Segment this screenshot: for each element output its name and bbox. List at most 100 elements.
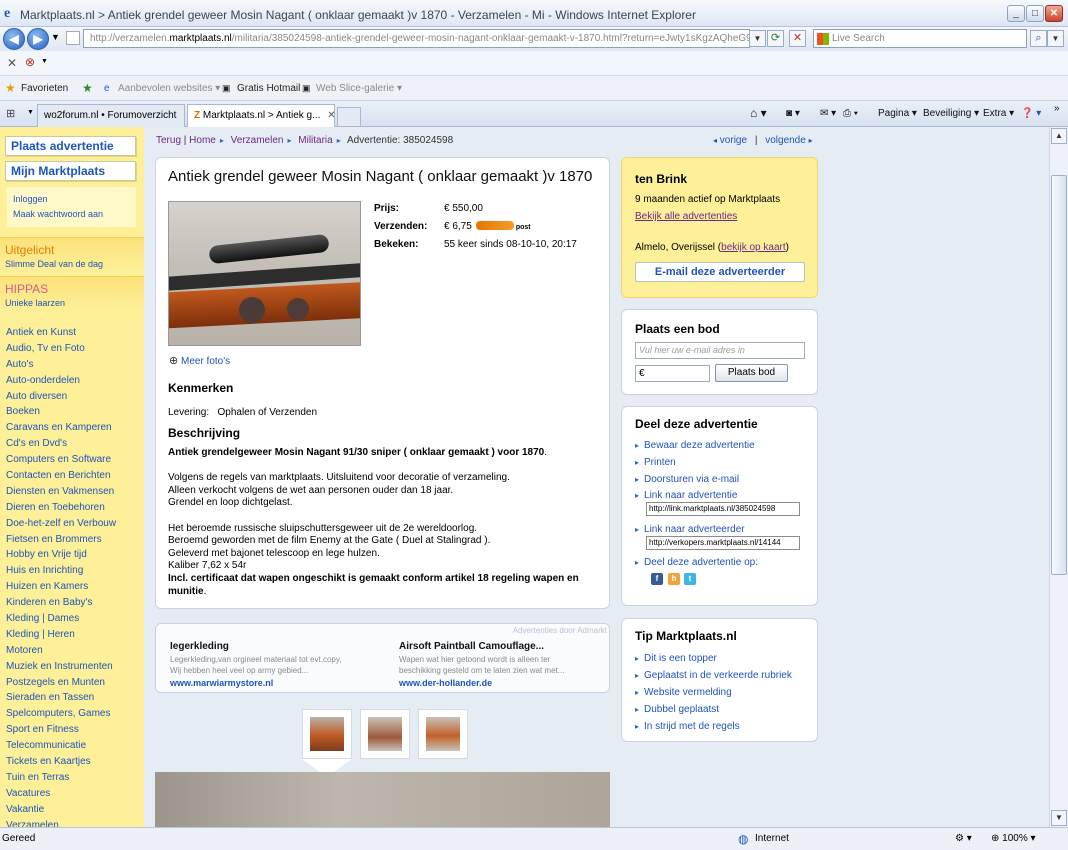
place-bid-button[interactable]: Plaats bod: [715, 364, 788, 382]
category-link[interactable]: Telecommunicatie: [6, 738, 144, 754]
category-link[interactable]: Vacatures: [6, 786, 144, 802]
home-link[interactable]: Home: [189, 135, 216, 146]
promo-uitgelicht[interactable]: Uitgelicht Slimme Deal van de dag: [0, 237, 144, 274]
refresh-icon[interactable]: ⟳: [767, 30, 784, 47]
category-link[interactable]: Contacten en Berichten: [6, 468, 144, 484]
advertiser-link-field[interactable]: http://verkopers.marktplaats.nl/14144: [646, 536, 800, 550]
maximize-button[interactable]: □: [1026, 5, 1044, 22]
forward-button[interactable]: ▶: [27, 28, 49, 50]
category-link[interactable]: Diensten en Vakmensen: [6, 484, 144, 500]
tools-menu[interactable]: Extra ▾: [983, 108, 1014, 119]
print-link[interactable]: Printen: [635, 457, 676, 468]
toolbar-close-icon[interactable]: ✕: [7, 56, 17, 70]
back-link[interactable]: Terug: [156, 135, 181, 146]
feeds-icon[interactable]: ◙ ▾: [786, 108, 800, 119]
map-link[interactable]: bekijk op kaart: [721, 242, 785, 253]
category-link[interactable]: Huis en Inrichting: [6, 563, 144, 579]
login-link[interactable]: Inloggen: [13, 192, 130, 207]
promo-subtitle[interactable]: Slimme Deal van de dag: [5, 259, 139, 269]
back-button[interactable]: ◀: [3, 28, 25, 50]
photo-thumbnail[interactable]: [418, 709, 468, 759]
category-link[interactable]: Caravans en Kamperen: [6, 420, 144, 436]
category-link[interactable]: Cd's en Dvd's: [6, 436, 144, 452]
category-link[interactable]: Doe-het-zelf en Verbouw: [6, 516, 144, 532]
history-dropdown-icon[interactable]: ▼: [51, 32, 60, 42]
tip-violation-link[interactable]: In strijd met de regels: [635, 721, 740, 732]
place-ad-button[interactable]: Plaats advertentie: [5, 136, 136, 156]
category-link[interactable]: Audio, Tv en Foto: [6, 341, 144, 357]
category-link[interactable]: Boeken: [6, 404, 144, 420]
print-icon[interactable]: ⎙ ▾: [843, 108, 858, 119]
address-dropdown-button[interactable]: ▼: [749, 30, 766, 47]
tip-website-link[interactable]: Website vermelding: [635, 687, 732, 698]
hyves-icon[interactable]: h: [668, 573, 680, 585]
promo-subtitle[interactable]: Unieke laarzen: [5, 298, 139, 308]
advertiser-link-label[interactable]: Link naar adverteerder: [635, 524, 745, 535]
tip-wrong-category-link[interactable]: Geplaatst in de verkeerde rubriek: [635, 670, 792, 681]
quick-tabs-icon[interactable]: ⊞: [6, 107, 15, 120]
category-link[interactable]: Computers en Software: [6, 452, 144, 468]
tip-duplicate-link[interactable]: Dubbel geplaatst: [635, 704, 719, 715]
create-password-link[interactable]: Maak wachtwoord aan: [13, 207, 130, 222]
page-menu[interactable]: Pagina ▾: [878, 108, 917, 119]
category-link[interactable]: Spelcomputers, Games: [6, 706, 144, 722]
scroll-thumb[interactable]: [1051, 175, 1067, 575]
category-link[interactable]: Antiek en Kunst: [6, 325, 144, 341]
favorite-aanbevolen[interactable]: Aanbevolen websites ▾: [118, 83, 220, 94]
search-input[interactable]: Live Search: [813, 29, 1027, 48]
category-link[interactable]: Kinderen en Baby's: [6, 595, 144, 611]
my-marktplaats-button[interactable]: Mijn Marktplaats: [5, 161, 136, 181]
photo-thumbnail[interactable]: [302, 709, 352, 759]
previous-link[interactable]: vorige: [720, 135, 747, 146]
category-link[interactable]: Kleding | Heren: [6, 627, 144, 643]
category-link[interactable]: Auto diversen: [6, 389, 144, 405]
category-link[interactable]: Postzegels en Munten: [6, 675, 144, 691]
email-forward-link[interactable]: Doorsturen via e-mail: [635, 474, 739, 485]
tip-topper-link[interactable]: Dit is een topper: [635, 653, 717, 664]
stop-icon[interactable]: ✕: [789, 30, 806, 47]
bid-amount-input[interactable]: €: [635, 365, 710, 382]
category-link[interactable]: Auto's: [6, 357, 144, 373]
large-photo[interactable]: [155, 772, 610, 827]
facebook-icon[interactable]: f: [651, 573, 663, 585]
sponsored-ad[interactable]: Iegerkleding Legerkleding,van orgineel m…: [170, 641, 385, 689]
category-link[interactable]: Kleding | Dames: [6, 611, 144, 627]
translate-icon[interactable]: ⊗: [25, 55, 35, 69]
email-advertiser-button[interactable]: E-mail deze adverteerder: [635, 262, 805, 282]
ad-link-field[interactable]: http://link.marktplaats.nl/385024598: [646, 502, 800, 516]
tab-wo2forum[interactable]: wo2forum.nl • Forumoverzicht: [37, 104, 185, 127]
category-link[interactable]: Motoren: [6, 643, 144, 659]
next-link[interactable]: volgende: [765, 135, 806, 146]
verzamelen-link[interactable]: Verzamelen: [231, 135, 284, 146]
category-link[interactable]: Muziek en Instrumenten: [6, 659, 144, 675]
category-link[interactable]: Fietsen en Brommers: [6, 532, 144, 548]
minimize-button[interactable]: _: [1007, 5, 1025, 22]
scroll-up-button[interactable]: ▲: [1051, 128, 1067, 144]
vertical-scrollbar[interactable]: ▲ ▼: [1049, 127, 1068, 827]
all-ads-link[interactable]: Bekijk alle advertenties: [635, 211, 737, 222]
photo-thumbnail[interactable]: [360, 709, 410, 759]
category-link[interactable]: Verzamelen: [6, 818, 144, 827]
more-photos-link[interactable]: ⊕ Meer foto's: [169, 354, 230, 367]
category-link[interactable]: Auto-onderdelen: [6, 373, 144, 389]
protected-mode-icon[interactable]: ⚙ ▾: [955, 833, 972, 844]
ad-photo[interactable]: [168, 201, 361, 346]
category-link[interactable]: Hobby en Vrije tijd: [6, 547, 144, 563]
close-button[interactable]: ✕: [1045, 5, 1063, 22]
category-link[interactable]: Tuin en Terras: [6, 770, 144, 786]
category-link[interactable]: Sieraden en Tassen: [6, 690, 144, 706]
tab-marktplaats[interactable]: Z Marktplaats.nl > Antiek g... ✕: [187, 104, 336, 128]
sponsored-ad[interactable]: Airsoft Paintball Camouflage... Wapen wa…: [399, 641, 614, 689]
militaria-link[interactable]: Militaria: [298, 135, 332, 146]
chevron-down-icon[interactable]: ▼: [41, 58, 48, 65]
address-input[interactable]: http://verzamelen.marktplaats.nl/militar…: [83, 29, 750, 48]
bid-email-input[interactable]: Vul hier uw e-mail adres in: [635, 342, 805, 359]
category-link[interactable]: Tickets en Kaartjes: [6, 754, 144, 770]
scroll-down-button[interactable]: ▼: [1051, 810, 1067, 826]
search-options-icon[interactable]: ▼: [1047, 30, 1064, 47]
category-link[interactable]: Huizen en Kamers: [6, 579, 144, 595]
tab-list-icon[interactable]: ▼: [27, 109, 34, 116]
promo-hippas[interactable]: HIPPAS Unieke laarzen: [0, 276, 144, 313]
favorite-webslice[interactable]: Web Slice-galerie ▾: [316, 83, 402, 94]
favorites-button[interactable]: Favorieten: [21, 83, 68, 94]
